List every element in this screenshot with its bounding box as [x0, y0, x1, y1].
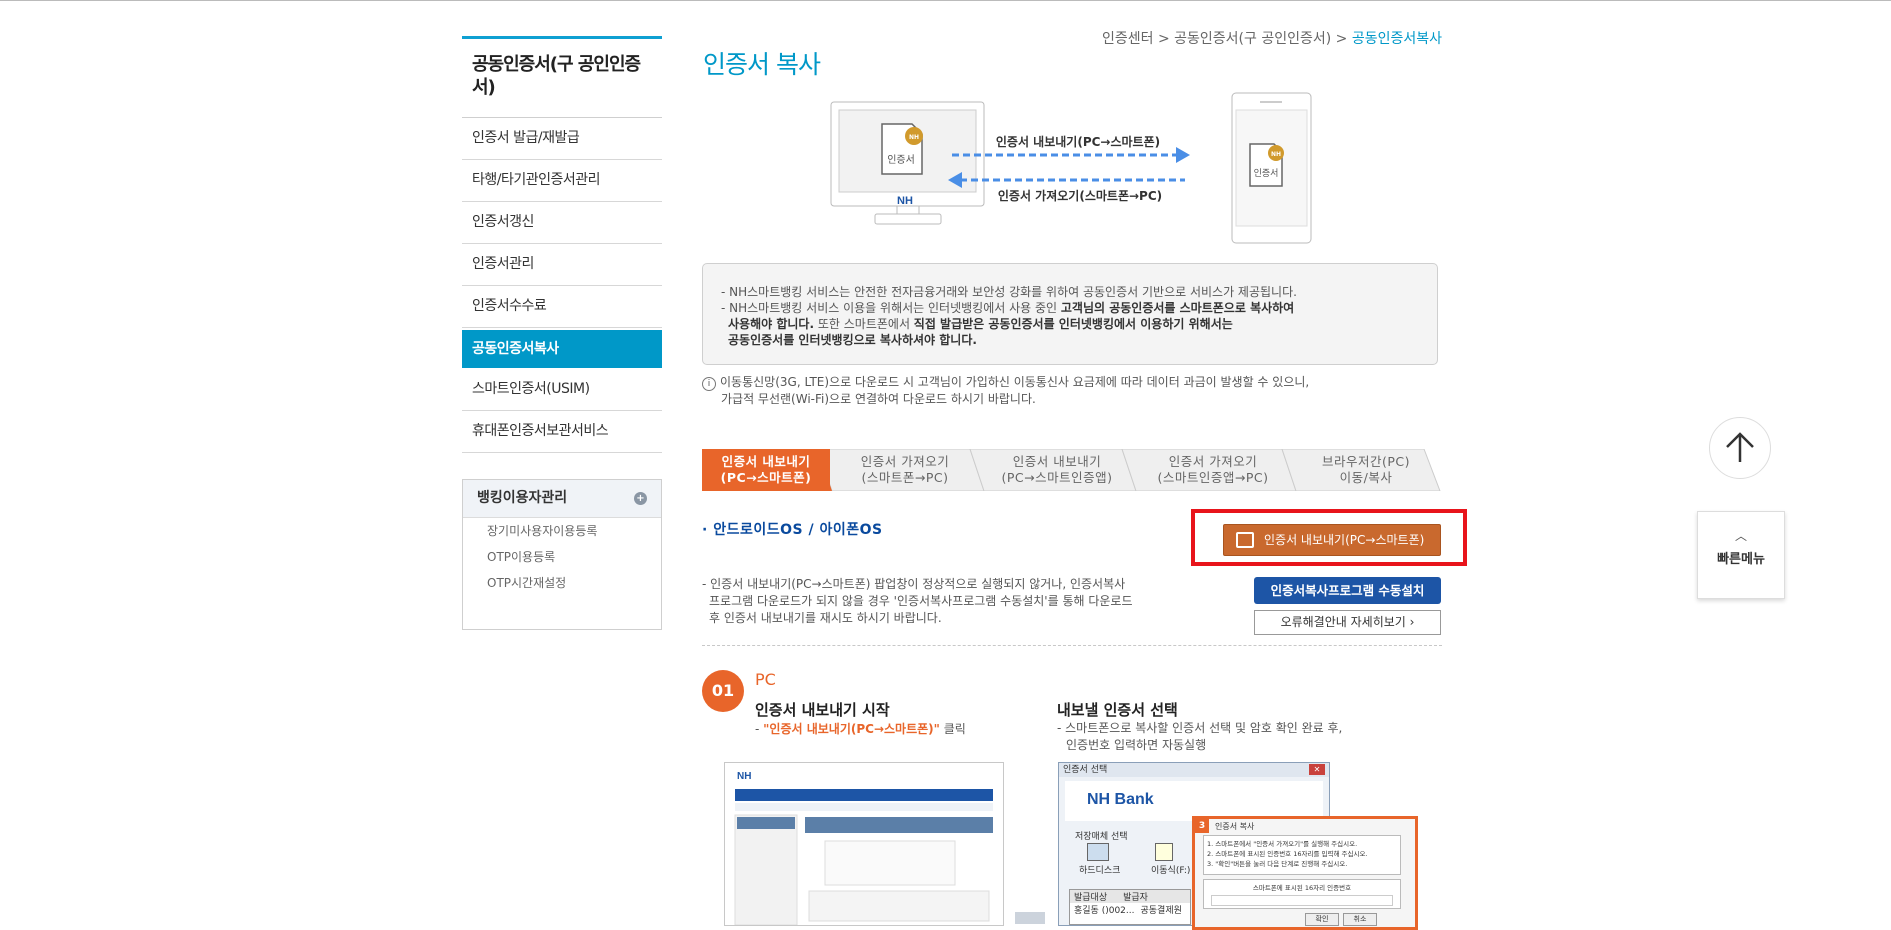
breadcrumb: 인증센터 > 공동인증서(구 공인인증서) > 공동인증서복사	[1102, 28, 1442, 48]
step2-description: - 스마트폰으로 복사할 인증서 선택 및 암호 확인 완료 후, 인증번호 입…	[1057, 721, 1343, 752]
desc-line-2: 프로그램 다운로드가 되지 않을 경우 '인증서복사프로그램 수동설치'를 통해…	[709, 594, 1133, 608]
tab-import-phone-to-pc[interactable]: 인증서 가져오기 (스마트폰→PC)	[832, 449, 978, 491]
notice-line-2: 가급적 무선랜(Wi-Fi)으로 연결하여 다운로드 하시기 바랍니다.	[721, 392, 1036, 406]
section-description: - 인증서 내보내기(PC→스마트폰) 팝업창이 정상적으로 실행되지 않거나,…	[702, 576, 1172, 627]
quick-menu-label: 빠른메뉴	[1717, 552, 1765, 567]
info-line-4: 공동인증서를 인터넷뱅킹으로 복사하셔야 합니다.	[728, 333, 977, 347]
export-icon	[1236, 532, 1254, 548]
sidebar-item-cert-issue[interactable]: 인증서 발급/재발급	[462, 118, 662, 160]
banking-user-box: 뱅킹이용자관리 + 장기미사용자이용등록 OTP이용등록 OTP시간재설정	[462, 479, 662, 630]
storage-label: 저장매체 선택	[1075, 832, 1128, 842]
export-cert-button[interactable]: 인증서 내보내기(PC→스마트폰)	[1223, 524, 1441, 556]
ok-button: 확인	[1305, 913, 1339, 926]
usb-icon	[1155, 843, 1173, 861]
copy-dialog-title: 인증서 복사	[1215, 822, 1255, 831]
info-line-2: - NH스마트뱅킹 서비스 이용을 위해서는 인터넷뱅킹에서 사용 중인 고객님…	[721, 301, 1295, 315]
data-charge-notice: i 이동통신망(3G, LTE)으로 다운로드 시 고객님이 가입하신 이동통신사…	[702, 374, 1309, 408]
cert-list: 발급대상 발급자 홍길동 ()002... 공동결제원	[1069, 889, 1191, 925]
sidebar-item-cert-copy[interactable]: 공동인증서복사	[462, 330, 662, 369]
info-line-3: 사용해야 합니다. 또한 스마트폰에서 직접 발급받은 공동인증서를 인터넷뱅킹…	[728, 317, 1233, 331]
screenshot-pc-page: NH	[724, 762, 1004, 926]
desc-line-3: 후 인증서 내보내기를 재시도 하시기 바랍니다.	[709, 611, 942, 625]
sidebar: 공동인증서(구 공인인증서) 인증서 발급/재발급 타행/타기관인증서관리 인증…	[462, 36, 662, 630]
error-guide-button[interactable]: 오류해결안내 자세히보기 ›	[1254, 610, 1441, 635]
close-icon: ✕	[1309, 764, 1325, 775]
sidebar-item-other-bank-cert[interactable]: 타행/타기관인증서관리	[462, 160, 662, 202]
hdd-label: 하드디스크	[1079, 866, 1121, 876]
info-icon: i	[702, 377, 716, 391]
cancel-button: 취소	[1343, 913, 1377, 926]
copy-dialog-code-area: 스마트폰에 표시된 16자리 인증번호	[1203, 879, 1401, 909]
breadcrumb-separator: >	[1335, 31, 1348, 47]
removable-label: 이동식(F:)	[1151, 866, 1191, 876]
step2-title: 내보낼 인증서 선택	[1057, 701, 1178, 719]
cert-window-titlebar: 인증서 선택 ✕	[1059, 763, 1329, 777]
pc-cert-label: 인증서	[887, 154, 915, 166]
info-box: - NH스마트뱅킹 서비스는 안전한 전자금융거래와 보안성 강화를 위하여 공…	[702, 263, 1438, 365]
sidebar-item-smart-cert-usim[interactable]: 스마트인증서(USIM)	[462, 369, 662, 411]
breadcrumb-cert[interactable]: 공동인증서(구 공인인증서)	[1174, 31, 1331, 47]
notice-line-1: 이동통신망(3G, LTE)으로 다운로드 시 고객님이 가입하신 이동통신사 …	[720, 375, 1310, 389]
hdd-icon	[1087, 843, 1109, 861]
step-device-label: PC	[755, 670, 776, 689]
manual-install-button[interactable]: 인증서복사프로그램 수동설치	[1254, 577, 1441, 604]
dashed-divider	[702, 645, 1442, 646]
export-arrow-head	[1176, 147, 1190, 163]
step-number-badge: 01	[702, 670, 744, 712]
monitor-base	[874, 213, 942, 225]
pc-page-thumbnail: NH	[725, 763, 1003, 925]
sidebar-item-cert-fee[interactable]: 인증서수수료	[462, 286, 662, 328]
plus-icon[interactable]: +	[634, 492, 647, 505]
chevron-up-icon: ︿	[1734, 529, 1747, 543]
nh-bank-logo: NH Bank	[1087, 791, 1154, 808]
copy-method-tabs: 인증서 내보내기 (PC→스마트폰) 인증서 가져오기 (스마트폰→PC) 인증서 …	[702, 449, 1442, 491]
breadcrumb-home[interactable]: 인증센터	[1102, 31, 1154, 47]
scroll-top-button[interactable]	[1709, 417, 1771, 479]
screenshot-copy-dialog: 3 인증서 복사 1. 스마트폰에서 "인증서 가져오기"를 실행해 주십시오.…	[1192, 816, 1418, 930]
phone-certificate-icon: NH 인증서	[1249, 143, 1284, 187]
tab-import-app-to-pc[interactable]: 인증서 가져오기 (스마트인증앱→PC)	[1136, 449, 1290, 491]
sidebar-item-phone-cert-storage[interactable]: 휴대폰인증서보관서비스	[462, 411, 662, 453]
tab-browser-copy[interactable]: 브라우저간(PC) 이동/복사	[1296, 449, 1436, 491]
cert-window-title: 인증서 선택	[1063, 765, 1108, 775]
breadcrumb-separator: >	[1157, 31, 1170, 47]
step-3-badge: 3	[1195, 819, 1209, 833]
step1-description: - "인증서 내보내기(PC→스마트폰)" 클릭	[755, 722, 966, 736]
pc-cert-badge-label: NH	[909, 134, 919, 141]
sidebar-sub-otp-register[interactable]: OTP이용등록	[463, 544, 661, 570]
tab-export-pc-to-app[interactable]: 인증서 내보내기 (PC→스마트인증앱)	[984, 449, 1130, 491]
section-title: · 안드로이드OS / 아이폰OS	[702, 522, 883, 538]
quick-menu-button[interactable]: ︿ 빠른메뉴	[1697, 511, 1785, 599]
info-line-1: - NH스마트뱅킹 서비스는 안전한 전자금융거래와 보안성 강화를 위하여 공…	[721, 285, 1297, 299]
top-border	[0, 0, 1891, 1]
export-label: 인증서 내보내기(PC→스마트폰)	[996, 134, 1160, 149]
page-title: 인증서 복사	[703, 50, 821, 79]
import-label: 인증서 가져오기(스마트폰→PC)	[998, 188, 1162, 203]
sidebar-sub-otp-time-reset[interactable]: OTP시간재설정	[463, 570, 661, 596]
phone-cert-badge-label: NH	[1271, 151, 1281, 158]
sidebar-item-cert-renew[interactable]: 인증서갱신	[462, 202, 662, 244]
banking-user-box-title[interactable]: 뱅킹이용자관리 +	[463, 480, 661, 518]
phone-cert-label: 인증서	[1254, 168, 1279, 179]
sidebar-title: 공동인증서(구 공인인증서)	[462, 36, 662, 118]
arrow-up-icon	[1726, 432, 1754, 462]
sidebar-item-cert-manage[interactable]: 인증서관리	[462, 244, 662, 286]
breadcrumb-current: 공동인증서복사	[1351, 31, 1442, 47]
step-arrow	[1015, 912, 1045, 924]
desc-line-1: - 인증서 내보내기(PC→스마트폰) 팝업창이 정상적으로 실행되지 않거나,…	[702, 577, 1126, 591]
step1-title: 인증서 내보내기 시작	[755, 701, 890, 719]
copy-dialog-steps: 1. 스마트폰에서 "인증서 가져오기"를 실행해 주십시오. 2. 스마트폰에…	[1203, 835, 1401, 875]
banking-user-box-label: 뱅킹이용자관리	[477, 490, 568, 506]
svg-text:NH: NH	[737, 771, 751, 782]
pc-brand-label: NH	[897, 195, 913, 207]
monitor-stand	[896, 205, 920, 215]
pc-certificate-icon: NH 인증서	[881, 123, 923, 175]
tab-export-pc-to-phone[interactable]: 인증서 내보내기 (PC→스마트폰)	[702, 449, 830, 491]
export-cert-button-label: 인증서 내보내기(PC→스마트폰)	[1264, 533, 1425, 547]
sidebar-sub-dormant-register[interactable]: 장기미사용자이용등록	[463, 518, 661, 544]
cert-window-banner: NH Bank	[1065, 781, 1323, 821]
cert-copy-illustration: NH NH 인증서 인증서 내보내기(PC→스마트폰) 인증서 가져오기(스마트…	[830, 92, 1312, 244]
